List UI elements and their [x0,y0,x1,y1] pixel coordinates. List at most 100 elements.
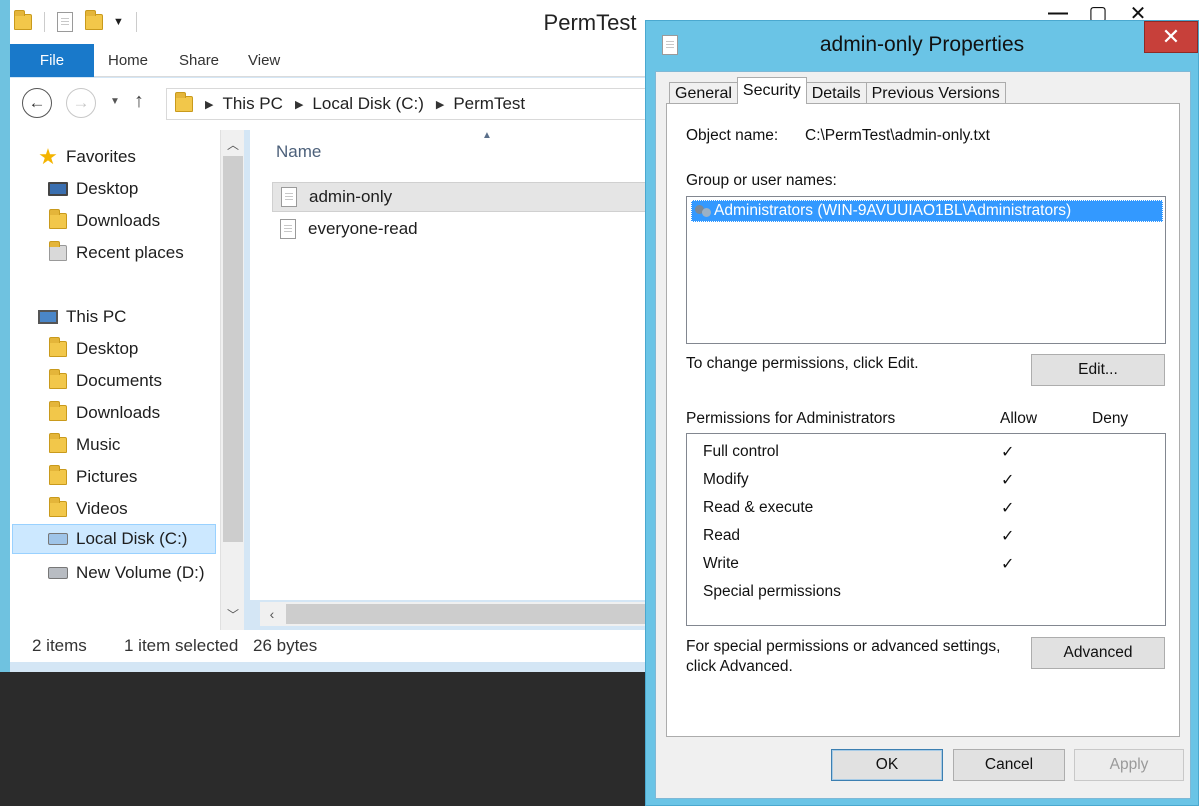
nav-documents[interactable]: Documents [48,366,162,396]
nav-label: Pictures [76,467,138,486]
scroll-left-icon[interactable]: ‹ [260,602,284,626]
up-arrow-icon[interactable]: ↑ [134,90,144,113]
permission-name: Special permissions [703,583,841,600]
nav-label: New Volume (D:) [76,563,205,582]
scroll-up-icon[interactable]: ︿ [221,132,245,156]
nav-label: Local Disk (C:) [76,529,188,548]
nav-favorites[interactable]: ★ Favorites [38,142,136,172]
nav-pc-desktop[interactable]: Desktop [48,334,138,364]
folder-icon [175,92,193,112]
scroll-thumb[interactable] [223,156,243,542]
documents-folder-icon [49,369,67,389]
nav-recent-places[interactable]: Recent places [48,238,184,268]
allow-column-header: Allow [1000,410,1038,427]
breadcrumb-local-disk[interactable]: Local Disk (C:) [312,94,423,114]
deny-column-header: Deny [1092,410,1129,427]
status-size: 26 bytes [253,636,318,655]
properties-dialog: admin-only Properties ✕ General Security… [645,20,1199,806]
customize-qat-icon[interactable]: ▼ [113,16,124,28]
nav-label: Desktop [76,179,139,198]
file-item-everyone-read[interactable]: everyone-read [272,214,418,244]
group-entry-label: Administrators (WIN-9AVUUIAO1BL\Administ… [714,202,1072,219]
tab-home[interactable]: Home [108,44,148,77]
cancel-button[interactable]: Cancel [953,749,1065,781]
divider [44,12,45,32]
nav-this-pc[interactable]: This PC [38,302,126,332]
nav-label: This PC [66,307,127,326]
dialog-close-button[interactable]: ✕ [1144,21,1198,53]
tab-view[interactable]: View [248,44,280,77]
file-item-admin-only[interactable]: admin-only [272,182,652,212]
permissions-header: Permissions for Administrators [686,410,896,427]
computer-icon [38,310,58,324]
status-selected-count: 1 item selected [124,636,239,655]
drive-icon [48,567,68,579]
object-name-label: Object name: [686,127,779,144]
permission-name: Write [703,555,739,572]
nav-local-disk[interactable]: Local Disk (C:) [12,524,216,554]
text-file-icon [280,219,296,239]
forward-button[interactable]: → [66,88,96,118]
downloads-folder-icon [49,209,67,229]
status-item-count: 2 items [32,636,87,655]
new-folder-icon[interactable] [85,10,103,30]
recent-locations-icon[interactable]: ▼ [110,96,120,107]
chevron-right-icon[interactable]: ▶ [295,98,303,111]
ok-button[interactable]: OK [831,749,943,781]
recent-places-icon [49,241,67,261]
address-bar[interactable]: ▶ This PC ▶ Local Disk (C:) ▶ PermTest [166,88,666,120]
tab-security[interactable]: Security [736,77,807,104]
chevron-right-icon[interactable]: ▶ [436,98,444,111]
group-user-listbox[interactable]: Administrators (WIN-9AVUUIAO1BL\Administ… [686,196,1166,344]
tab-details[interactable]: Details [805,82,867,104]
permission-name: Read & execute [703,499,814,516]
edit-button[interactable]: Edit... [1031,354,1165,386]
permission-name: Read [703,527,741,544]
sort-ascending-icon: ▲ [482,130,492,141]
security-tab-page: Object name: C:\PermTest\admin-only.txt … [666,103,1180,737]
tab-share[interactable]: Share [179,44,219,77]
tab-file[interactable]: File [10,44,94,77]
special-permissions-hint-line1: For special permissions or advanced sett… [686,638,1001,655]
group-or-user-names-label: Group or user names: [686,172,837,189]
nav-pc-downloads[interactable]: Downloads [48,398,160,428]
downloads-folder-icon [49,401,67,421]
quick-access-toolbar: ▼ [12,8,137,36]
tab-previous-versions[interactable]: Previous Versions [865,82,1006,104]
nav-desktop[interactable]: Desktop [48,174,138,204]
close-icon: ✕ [1161,24,1181,49]
nav-new-volume[interactable]: New Volume (D:) [48,558,204,588]
users-icon [694,203,712,219]
nav-videos[interactable]: Videos [48,494,128,524]
apply-button[interactable]: Apply [1074,749,1184,781]
breadcrumb-permtest[interactable]: PermTest [453,94,525,114]
nav-music[interactable]: Music [48,430,120,460]
chevron-right-icon[interactable]: ▶ [205,98,213,111]
nav-pictures[interactable]: Pictures [48,462,137,492]
nav-label: Videos [76,499,128,518]
nav-vertical-scrollbar[interactable]: ︿ ﹀ [220,130,244,630]
object-name-value: C:\PermTest\admin-only.txt [805,127,990,144]
permission-row: Modify ✓ [703,466,1163,494]
permission-row: Special permissions [703,578,1163,606]
nav-downloads[interactable]: Downloads [48,206,160,236]
permission-row: Full control ✓ [703,438,1163,466]
column-header-name[interactable]: Name [276,142,321,162]
permission-row: Read & execute ✓ [703,494,1163,522]
folder-icon[interactable] [14,10,32,30]
dialog-title: admin-only Properties [819,33,1025,56]
permission-name: Full control [703,443,779,460]
back-button[interactable]: ← [22,88,52,118]
tab-general[interactable]: General [669,82,738,104]
divider [135,12,137,32]
allow-check-icon: ✓ [1001,556,1015,573]
permissions-listbox[interactable]: Full control ✓ Modify ✓ Read & execute ✓ Re… [686,433,1166,626]
list-item-administrators[interactable]: Administrators (WIN-9AVUUIAO1BL\Administ… [691,200,1163,222]
permission-name: Modify [703,471,749,488]
text-file-icon [281,187,297,207]
advanced-button[interactable]: Advanced [1031,637,1165,669]
properties-icon[interactable] [57,12,73,32]
breadcrumb-this-pc[interactable]: This PC [222,94,282,114]
pictures-folder-icon [49,465,67,485]
scroll-down-icon[interactable]: ﹀ [221,602,245,626]
